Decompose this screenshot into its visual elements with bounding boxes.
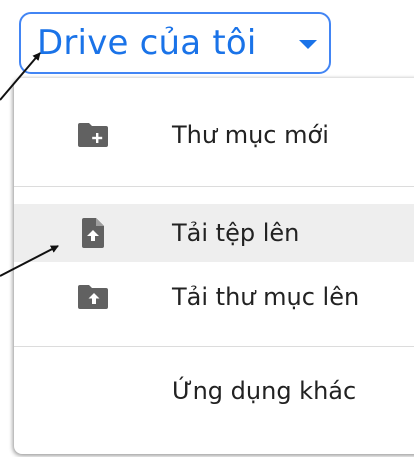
menu-item-label: Tải tệp lên <box>172 219 300 247</box>
menu-item-upload-file[interactable]: Tải tệp lên <box>14 204 414 262</box>
menu-divider <box>14 186 414 187</box>
page: Drive của tôi Thư mục mới Tải tệp lên Tả… <box>0 0 414 457</box>
menu-divider <box>14 346 414 347</box>
menu-item-upload-folder[interactable]: Tải thư mục lên <box>14 268 414 326</box>
my-drive-button[interactable]: Drive của tôi <box>19 12 331 74</box>
menu-item-new-folder[interactable]: Thư mục mới <box>14 106 414 164</box>
folder-upload-icon <box>76 282 110 312</box>
my-drive-label: Drive của tôi <box>37 23 257 63</box>
menu-item-label: Thư mục mới <box>172 121 329 149</box>
menu-item-label: Tải thư mục lên <box>172 283 360 311</box>
file-upload-icon <box>76 218 110 248</box>
caret-down-icon <box>299 40 317 49</box>
menu-item-more-apps[interactable]: Ứng dụng khác <box>14 362 414 420</box>
new-folder-icon <box>76 120 110 150</box>
menu-item-label: Ứng dụng khác <box>172 377 357 405</box>
new-menu-dropdown: Thư mục mới Tải tệp lên Tải thư mục lên … <box>14 78 414 454</box>
